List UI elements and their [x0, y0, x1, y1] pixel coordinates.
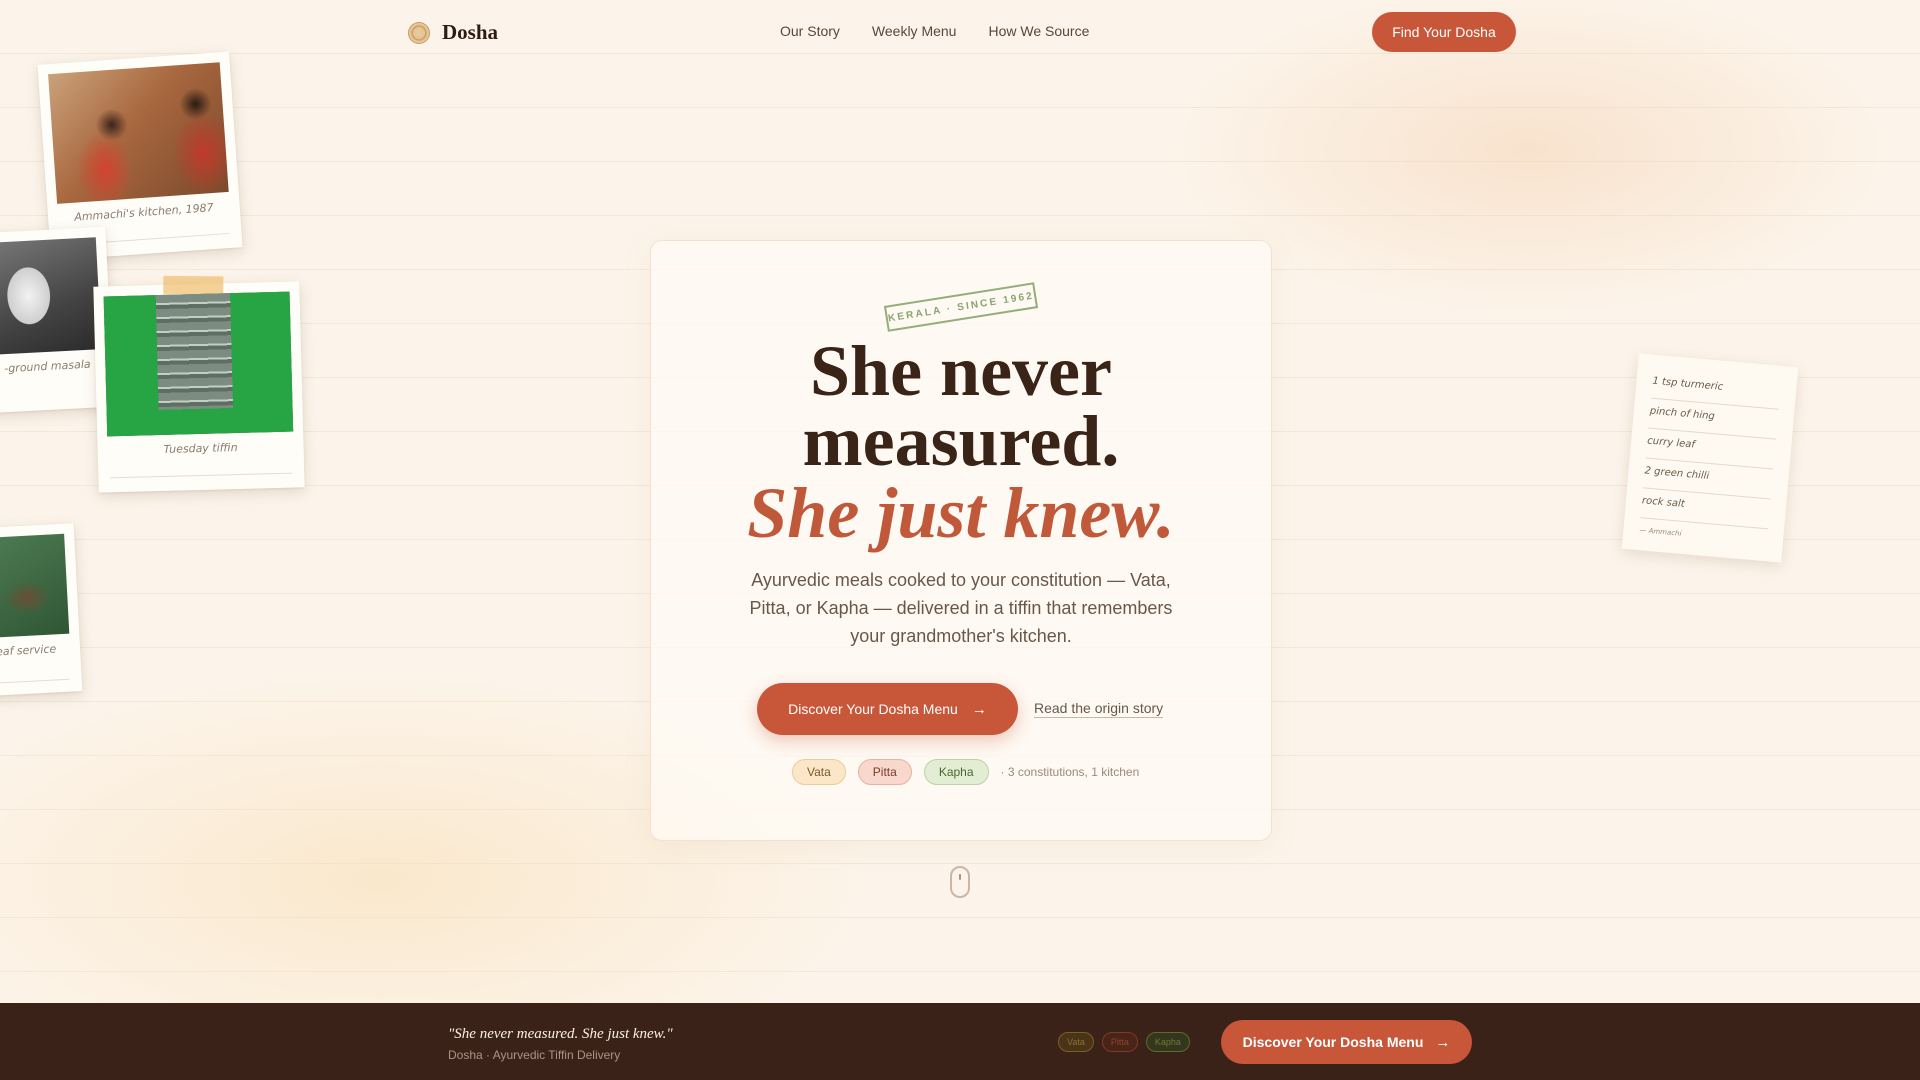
chip-kapha[interactable]: Kapha: [923, 759, 989, 785]
caption-rule: [110, 472, 293, 479]
mandala-logo-icon: [408, 21, 430, 44]
hero-headline: She never measured. She just knew.: [650, 331, 1272, 553]
bar-chip-vata[interactable]: Vata: [1058, 1032, 1094, 1052]
brand-logo[interactable]: Dosha: [408, 20, 498, 45]
caption-rule: [0, 678, 70, 685]
find-your-dosha-button[interactable]: Find Your Dosha: [1372, 12, 1516, 52]
polaroid-tiffin-photo: Tuesday tiffin: [93, 275, 305, 493]
headline-line-1: She never: [810, 331, 1112, 411]
arrow-right-icon: →: [971, 700, 987, 718]
nav-links: Our Story Weekly Menu How We Source: [780, 23, 1089, 39]
bar-discover-dosha-menu-button[interactable]: Discover Your Dosha Menu →: [1221, 1020, 1472, 1064]
origin-story-link[interactable]: Read the origin story: [1034, 700, 1164, 718]
chip-vata[interactable]: Vata: [792, 759, 846, 785]
tiffin-on-grass-photo: [103, 291, 294, 437]
scroll-mouse-icon: [950, 866, 970, 898]
bar-quote: "She never measured. She just knew.": [448, 1026, 673, 1042]
polaroid-leaf-service-photo: eaf service: [0, 523, 83, 697]
nav-link-our-story[interactable]: Our Story: [780, 23, 840, 39]
nav-link-weekly-menu[interactable]: Weekly Menu: [872, 23, 957, 39]
top-nav: Dosha Our Story Weekly Menu How We Sourc…: [0, 0, 1920, 64]
sticky-cta-bar: "She never measured. She just knew." Dos…: [0, 1003, 1920, 1080]
discover-dosha-menu-button[interactable]: Discover Your Dosha Menu →: [757, 683, 1018, 735]
dosha-chips: Vata Pitta Kapha · 3 constitutions, 1 ki…: [792, 759, 1139, 785]
hero-subtext: Ayurvedic meals cooked to your constitut…: [749, 570, 1173, 646]
headline-accent: She just knew.: [747, 473, 1175, 553]
cta-label: Discover Your Dosha Menu: [788, 701, 958, 717]
chip-pitta[interactable]: Pitta: [857, 759, 912, 785]
nav-link-how-we-source[interactable]: How We Source: [988, 23, 1089, 39]
family-kitchen-photo: [48, 62, 229, 204]
bar-chip-pitta[interactable]: Pitta: [1101, 1032, 1138, 1052]
arrow-right-icon: →: [1435, 1033, 1451, 1051]
tape-strip: [163, 275, 224, 295]
leaf-service-photo: [0, 533, 70, 639]
polaroid-caption: eaf service: [0, 642, 57, 659]
bar-cta-label: Discover Your Dosha Menu: [1242, 1034, 1424, 1050]
bar-dosha-chips: Vata Pitta Kapha: [1058, 1032, 1190, 1052]
chips-note: · 3 constitutions, 1 kitchen: [1000, 765, 1140, 779]
bar-chip-kapha[interactable]: Kapha: [1145, 1032, 1190, 1052]
headline-line-2: measured.: [802, 401, 1120, 481]
scroll-wheel-dot: [959, 874, 961, 880]
bar-subline: Dosha · Ayurvedic Tiffin Delivery: [448, 1048, 621, 1062]
recipe-note-card: 1 tsp turmeric pinch of hing curry leaf …: [1621, 353, 1799, 563]
mortar-pestle-photo: [0, 237, 102, 355]
brand-name: Dosha: [442, 20, 499, 44]
note-signature: — Ammachi: [1639, 526, 1682, 538]
